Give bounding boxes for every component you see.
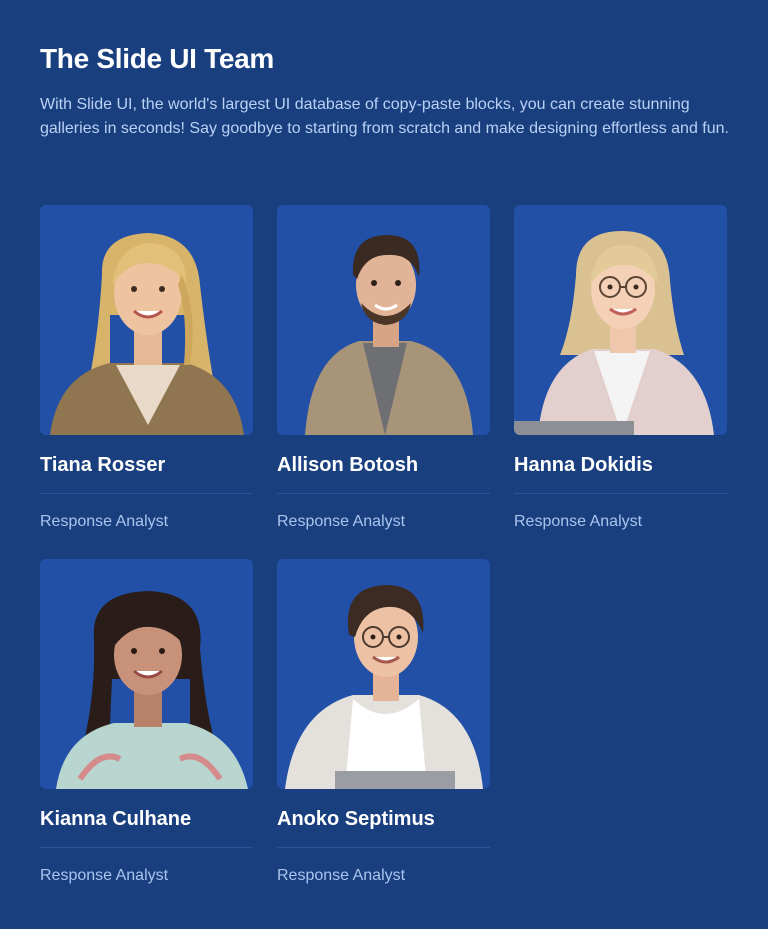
- person-portrait-icon: [50, 233, 244, 435]
- member-photo: [277, 559, 490, 789]
- team-member-card[interactable]: Allison Botosh Response Analyst: [277, 205, 490, 559]
- card-divider: [277, 847, 490, 848]
- member-photo: [514, 205, 727, 435]
- team-section: The Slide UI Team With Slide UI, the wor…: [0, 0, 768, 929]
- page-title: The Slide UI Team: [40, 43, 274, 74]
- member-name: Tiana Rosser: [40, 454, 166, 476]
- member-photo: [40, 205, 253, 435]
- team-member-card[interactable]: Tiana Rosser Response Analyst: [40, 205, 253, 559]
- person-portrait-icon: [285, 585, 483, 789]
- person-portrait-icon: [514, 231, 714, 435]
- member-role: Response Analyst: [514, 513, 643, 530]
- card-divider: [40, 493, 253, 494]
- member-photo: [277, 205, 490, 435]
- card-divider: [514, 493, 727, 494]
- card-divider: [277, 493, 490, 494]
- member-role: Response Analyst: [40, 513, 169, 530]
- person-portrait-icon: [305, 235, 473, 435]
- card-divider: [40, 847, 253, 848]
- member-name: Anoko Septimus: [277, 808, 435, 830]
- person-portrait-icon: [56, 591, 248, 789]
- member-name: Allison Botosh: [277, 454, 419, 476]
- member-role: Response Analyst: [40, 867, 169, 884]
- team-grid: Tiana Rosser Response Analyst Allison Bo…: [40, 205, 728, 913]
- team-member-card[interactable]: Anoko Septimus Response Analyst: [277, 559, 490, 913]
- team-member-card[interactable]: Kianna Culhane Response Analyst: [40, 559, 253, 913]
- page-description: With Slide UI, the world's largest UI da…: [40, 96, 729, 137]
- member-role: Response Analyst: [277, 867, 406, 884]
- member-name: Kianna Culhane: [40, 808, 192, 830]
- member-name: Hanna Dokidis: [514, 454, 653, 476]
- member-role: Response Analyst: [277, 513, 406, 530]
- team-member-card[interactable]: Hanna Dokidis Response Analyst: [514, 205, 727, 559]
- member-photo: [40, 559, 253, 789]
